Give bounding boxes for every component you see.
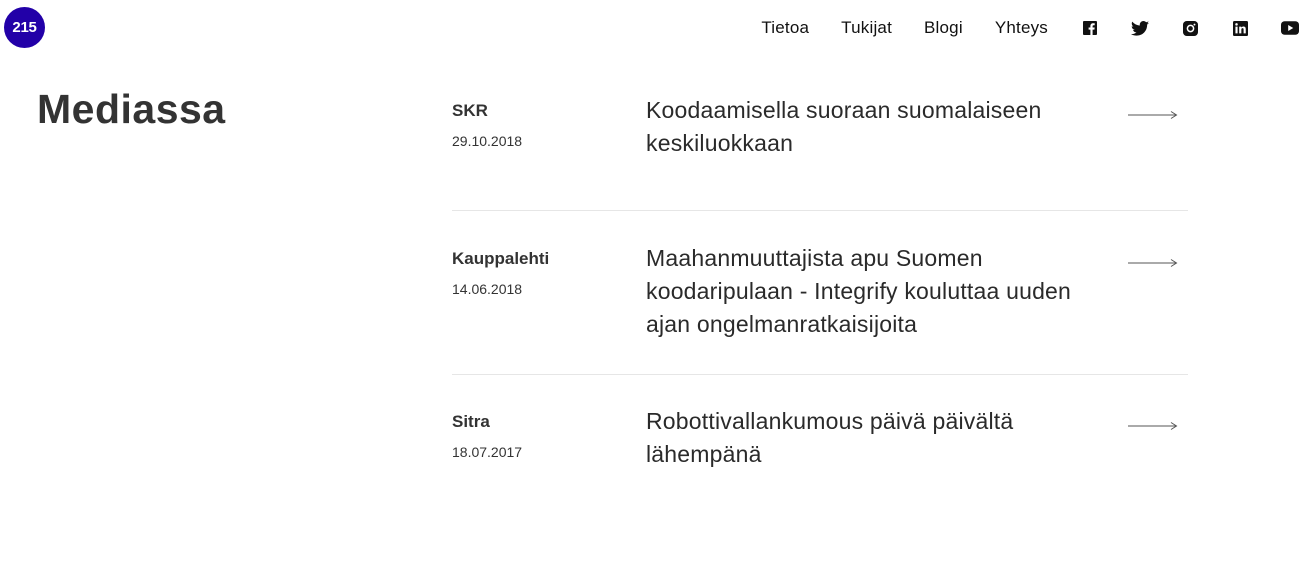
- nav-link-blogi[interactable]: Blogi: [924, 18, 963, 38]
- article-source: Kauppalehti: [452, 249, 550, 268]
- arrow-right-icon[interactable]: [1128, 111, 1178, 119]
- nav-link-yhteys[interactable]: Yhteys: [995, 18, 1048, 38]
- article-list: SKR 29.10.2018 Koodaamisella suoraan suo…: [452, 78, 1188, 515]
- article-headline[interactable]: Maahanmuuttajista apu Suomen koodaripula…: [646, 242, 1086, 341]
- youtube-icon[interactable]: [1273, 16, 1307, 40]
- main-nav: Tietoa Tukijat Blogi Yhteys: [761, 16, 1307, 40]
- linkedin-icon[interactable]: [1223, 16, 1257, 40]
- article-item[interactable]: Kauppalehti 14.06.2018 Maahanmuuttajista…: [452, 211, 1188, 375]
- article-item[interactable]: Sitra 18.07.2017 Robottivallankumous päi…: [452, 375, 1188, 515]
- instagram-icon[interactable]: [1173, 16, 1207, 40]
- social-links: [1073, 16, 1307, 40]
- arrow-right-icon[interactable]: [1128, 422, 1178, 430]
- article-item[interactable]: SKR 29.10.2018 Koodaamisella suoraan suo…: [452, 78, 1188, 211]
- facebook-icon[interactable]: [1073, 16, 1107, 40]
- article-source: Sitra: [452, 412, 490, 431]
- logo-badge[interactable]: 215: [4, 7, 45, 48]
- article-source: SKR: [452, 101, 488, 120]
- article-headline[interactable]: Robottivallankumous päivä päivältä lähem…: [646, 405, 1086, 471]
- nav-link-tietoa[interactable]: Tietoa: [761, 18, 809, 38]
- article-date: 18.07.2017: [452, 444, 523, 460]
- article-date: 29.10.2018: [452, 133, 523, 149]
- arrow-right-icon[interactable]: [1128, 259, 1178, 267]
- article-date: 14.06.2018: [452, 281, 523, 297]
- page-title: Mediassa: [37, 86, 226, 132]
- article-headline[interactable]: Koodaamisella suoraan suomalaiseen keski…: [646, 94, 1086, 160]
- twitter-icon[interactable]: [1123, 16, 1157, 40]
- nav-link-tukijat[interactable]: Tukijat: [841, 18, 892, 38]
